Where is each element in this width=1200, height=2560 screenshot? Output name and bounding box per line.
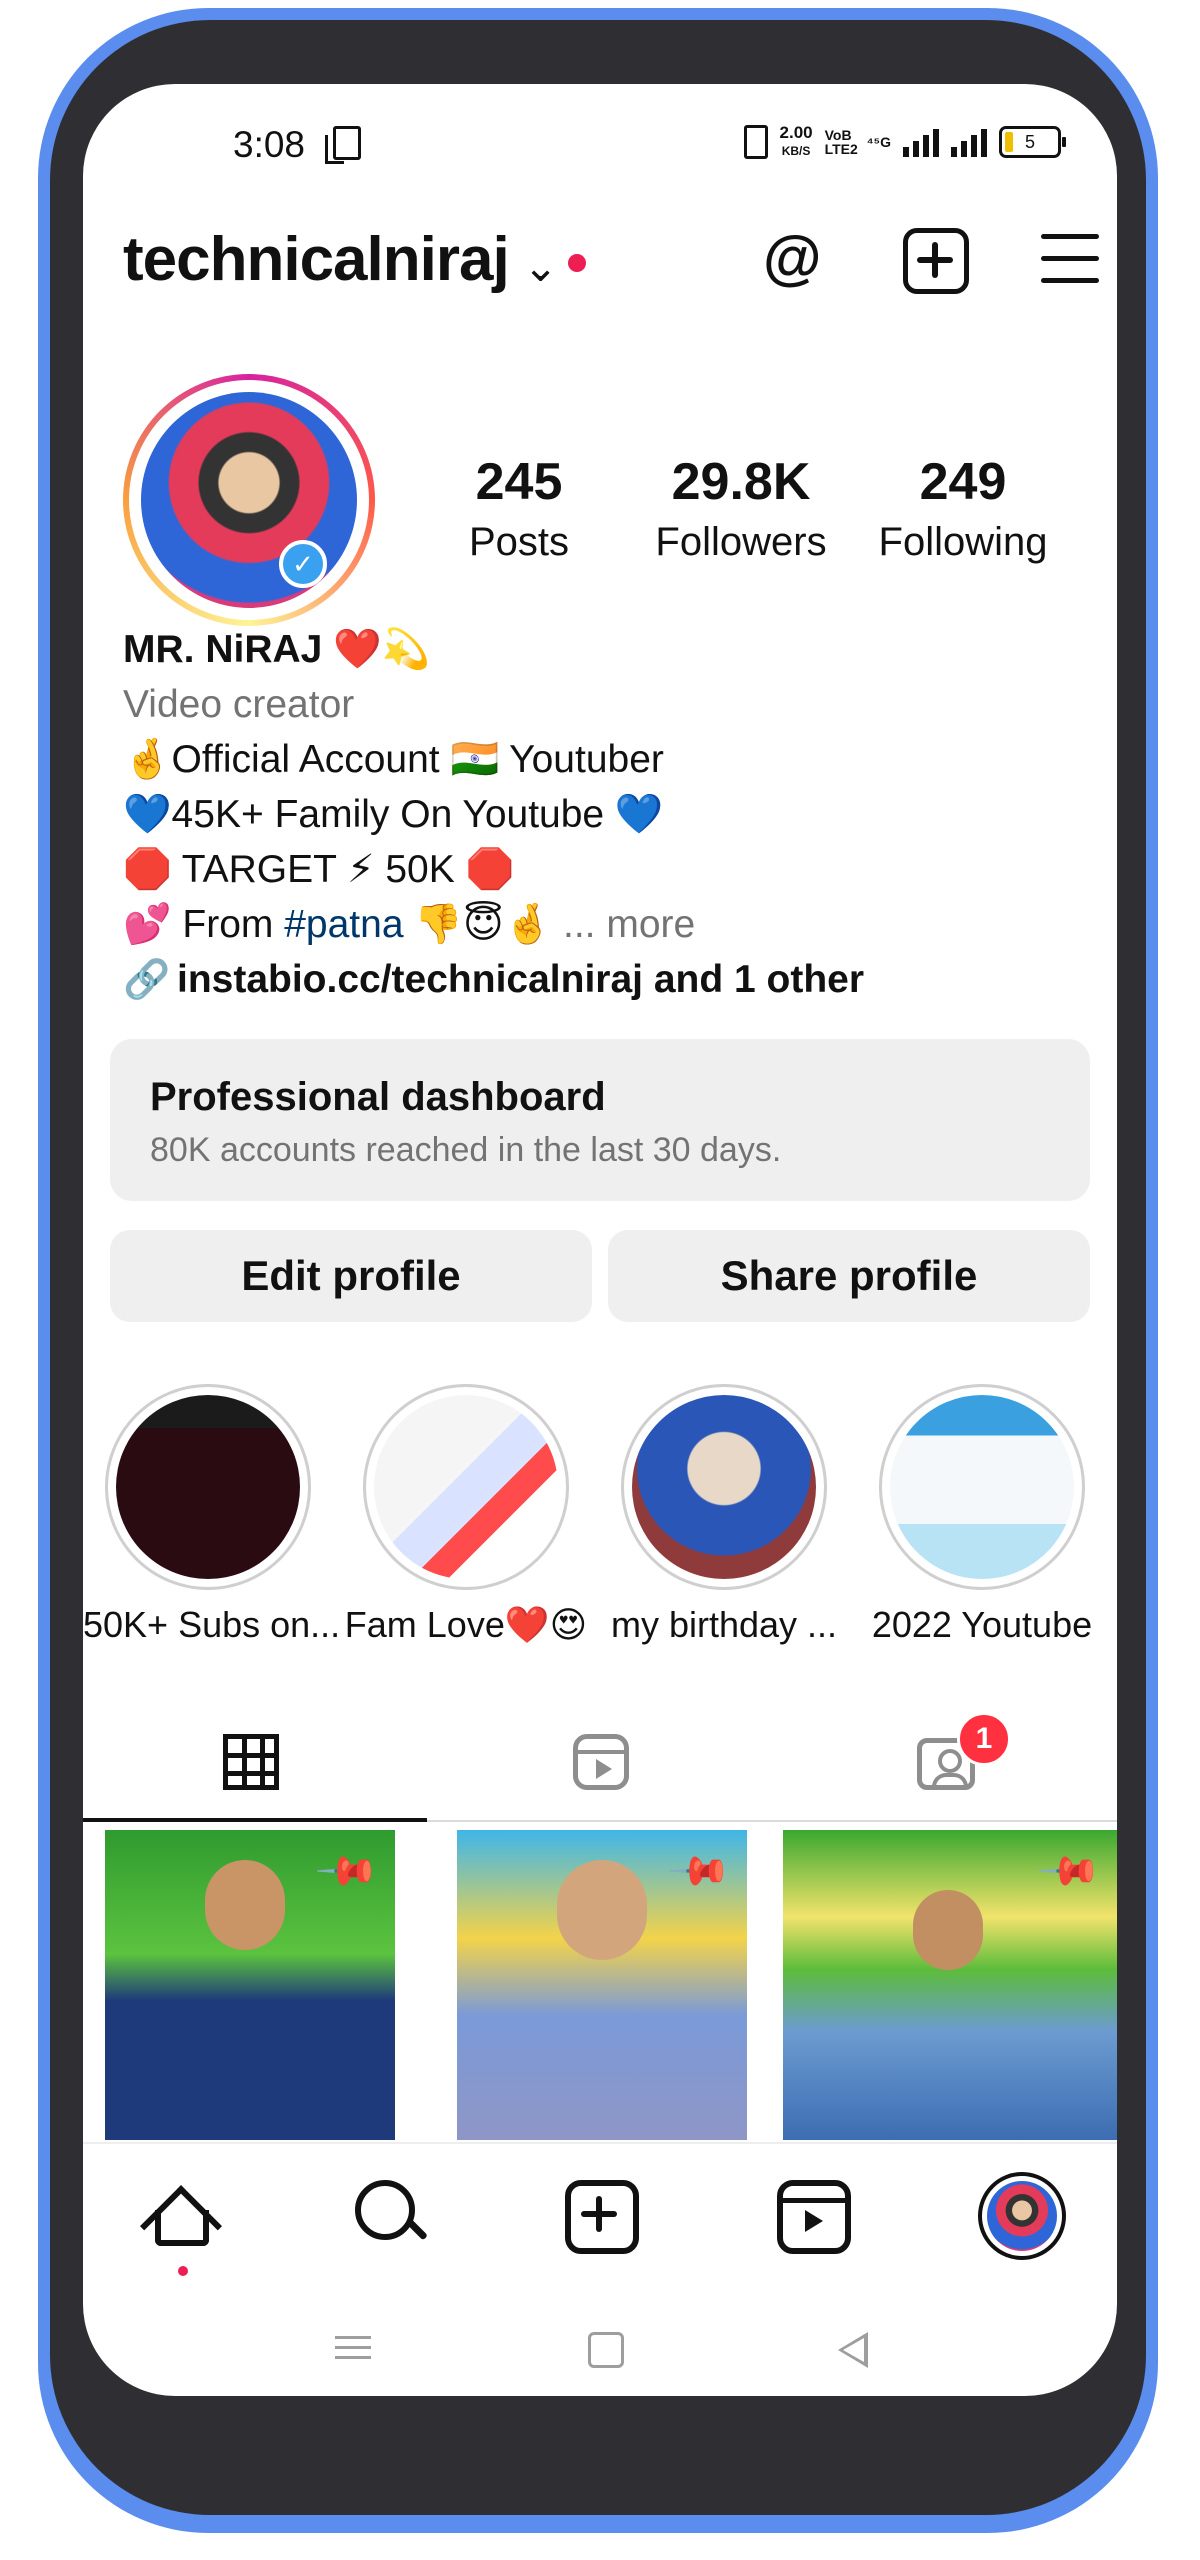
bio-line-4-suffix: 👎😇🤞 [403,903,553,946]
display-name: MR. NiRAJ ❤️💫 [123,628,431,671]
highlight-item[interactable]: my birthday ... [599,1384,849,1646]
stat-following-label: Following [878,520,1048,564]
tagged-count-badge: 1 [957,1712,1011,1766]
volte-indicator: VoB LTE2 [824,127,858,157]
pin-icon: 📌 [1036,1838,1103,1906]
content-tabs: 1 [83,1704,1117,1822]
bio-line-4: 💕 From #patna 👎😇🤞 ... more [123,897,1083,952]
highlight-image [890,1395,1074,1579]
avatar-border: ✓ [129,380,369,620]
stat-followers-value: 29.8K [671,453,811,511]
highlight-cover [363,1384,569,1590]
dashboard-subtitle: 80K accounts reached in the last 30 days… [150,1131,782,1169]
highlight-label: 50K+ Subs on... [83,1604,341,1645]
signal-tag: ⁴⁵G [866,134,891,150]
bio-line-1: 🤞Official Account 🇮🇳 Youtuber [123,738,664,781]
signal-bars-icon [903,127,939,157]
grid-post[interactable]: 📌 [105,1830,395,2140]
highlight-cover [879,1384,1085,1590]
highlight-image [632,1395,816,1579]
notification-dot [568,254,586,272]
stat-posts[interactable]: 245 Posts [419,454,619,565]
stat-posts-label: Posts [468,520,570,564]
home-icon[interactable] [139,2180,223,2268]
system-back-icon[interactable] [838,2332,868,2368]
tab-reels[interactable] [427,1704,771,1820]
highlight-image [374,1395,558,1579]
menu-icon[interactable] [1041,232,1099,286]
category-label: Video creator [123,683,355,726]
tab-posts-grid[interactable] [83,1704,427,1820]
battery-icon: 5 [999,126,1066,158]
create-post-icon[interactable] [903,228,969,294]
highlight-cover [105,1384,311,1590]
screen: 3:08 2.00 KB/S VoB LTE2 ⁴⁵G 5 technicaln… [83,84,1117,2396]
network-speed: 2.00 KB/S [780,124,813,160]
bio-link[interactable]: 🔗 instabio.cc/technicalniraj and 1 other [123,952,1083,1007]
grid-icon [223,1734,279,1790]
bio-line-2: 💙45K+ Family On Youtube 💙 [123,793,664,836]
stat-following-value: 249 [919,453,1007,511]
network-speed-unit: KB/S [781,144,811,158]
avatar-photo [141,392,357,608]
grid-post[interactable]: 📌 [457,1830,747,2140]
profile-nav-avatar[interactable] [978,2172,1066,2260]
create-icon[interactable] [565,2180,639,2254]
search-icon[interactable] [355,2180,425,2250]
threads-icon[interactable]: @ [763,228,822,290]
highlight-label: Fam Love❤️😍 [344,1604,588,1645]
home-body [155,2210,209,2246]
system-home-icon[interactable] [588,2332,624,2368]
professional-dashboard[interactable]: Professional dashboard 80K accounts reac… [110,1039,1090,1201]
highlight-label: my birthday ... [610,1604,838,1645]
avatar[interactable]: ✓ [123,374,375,626]
stat-followers[interactable]: 29.8K Followers [641,454,841,565]
pin-icon: 📌 [666,1838,733,1906]
stat-posts-value: 245 [475,453,563,511]
highlight-image [116,1395,300,1579]
profile-bio: MR. NiRAJ ❤️💫 Video creator 🤞Official Ac… [123,622,1083,1007]
stat-followers-label: Followers [655,520,827,564]
bio-more-link[interactable]: ... more [563,903,695,946]
recent-apps-icon[interactable] [335,2334,371,2362]
link-icon: 🔗 [123,958,171,1001]
chevron-down-icon[interactable]: ⌄ [523,242,558,291]
active-tab-indicator [83,1818,427,1822]
tab-tagged[interactable]: 1 [771,1704,1115,1820]
copy-icon [325,126,361,164]
share-profile-button[interactable]: Share profile [608,1230,1090,1322]
bottom-navigation [83,2142,1117,2294]
bio-link-text[interactable]: instabio.cc/technicalniraj and 1 other [177,952,864,1007]
post-subject [913,1890,983,1970]
highlight-item[interactable]: 2022 Youtube [857,1384,1107,1646]
edit-profile-button[interactable]: Edit profile [110,1230,592,1322]
reels-icon [573,1734,629,1790]
bio-line-3: 🛑 TARGET ⚡ 50K 🛑 [123,848,515,891]
highlight-label: 2022 Youtube [871,1604,1093,1645]
profile-header: technicalniraj ⌄ @ [123,224,1099,314]
highlight-item[interactable]: 50K+ Subs on... [83,1384,341,1646]
grid-post[interactable]: 📌 [783,1830,1117,2140]
signal-bars-2-icon [951,127,987,157]
profile-nav-image [987,2181,1057,2251]
reels-nav-icon[interactable] [777,2180,851,2254]
username-switcher[interactable]: technicalniraj [123,224,510,295]
verified-badge-icon: ✓ [279,540,327,588]
system-navigation [83,2324,1117,2384]
highlight-cover [621,1384,827,1590]
status-bar: 3:08 2.00 KB/S VoB LTE2 ⁴⁵G 5 [83,124,1117,194]
hashtag-link[interactable]: #patna [284,903,403,946]
status-indicators: 2.00 KB/S VoB LTE2 ⁴⁵G 5 [743,124,1066,160]
status-time: 3:08 [233,124,306,165]
post-subject [557,1860,647,1960]
highlight-item[interactable]: Fam Love❤️😍 [341,1384,591,1646]
dashboard-title: Professional dashboard [150,1075,606,1119]
vibrate-icon [743,125,768,159]
post-subject [205,1860,285,1950]
network-speed-value: 2.00 [779,123,813,142]
home-activity-dot [178,2266,188,2276]
pin-icon: 📌 [314,1838,381,1906]
stat-following[interactable]: 249 Following [863,454,1063,565]
bio-line-4-prefix: 💕 From [123,903,285,946]
